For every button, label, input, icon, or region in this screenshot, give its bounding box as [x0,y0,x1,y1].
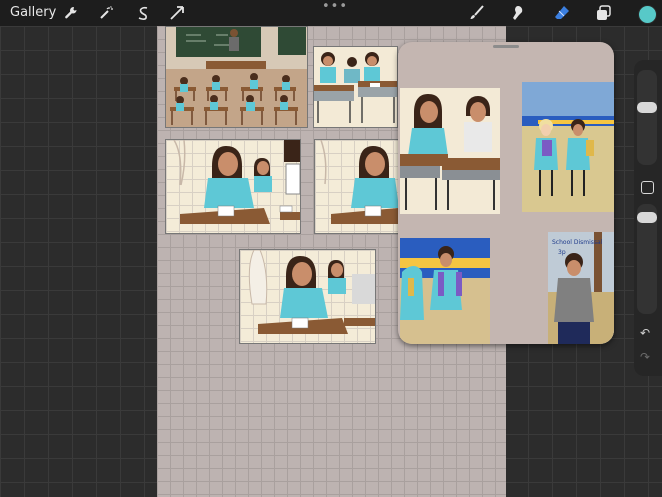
reference-sign-text: School Dismissal [552,239,603,246]
more-options-button[interactable]: ••• [322,0,348,14]
wrench-icon[interactable] [61,3,81,23]
gallery-button[interactable]: Gallery [10,5,56,20]
layers-icon[interactable] [594,3,614,23]
transform-arrow-icon[interactable] [167,3,187,23]
brush-icon[interactable] [467,3,487,23]
undo-icon[interactable]: ↶ [640,326,650,340]
reference-window[interactable]: School Dismissal 3p [398,42,614,344]
modify-button[interactable] [641,181,654,194]
reference-image: School Dismissal 3p [400,82,614,344]
color-picker-swatch[interactable] [638,5,657,24]
redo-icon[interactable]: ↷ [640,350,650,364]
eraser-icon[interactable] [552,3,572,23]
smudge-icon[interactable] [508,3,528,23]
magic-wand-icon[interactable] [96,3,116,23]
comic-panel-girl-writing-duplicate [314,139,399,234]
reference-drag-handle[interactable] [493,45,519,48]
brush-size-handle[interactable] [637,102,657,113]
top-toolbar: Gallery ••• [0,0,662,26]
reference-sign-sub: 3p [558,249,566,256]
comic-panel-students-desks [313,46,398,128]
brush-opacity-handle[interactable] [637,212,657,223]
comic-panel-girl-writing [165,139,301,234]
comic-panel-classroom [165,26,308,128]
comic-panel-girl-writing-copy [239,249,376,344]
brush-size-slider[interactable] [637,70,657,165]
brush-opacity-slider[interactable] [637,204,657,314]
selection-icon[interactable] [133,3,153,23]
brush-sidebar: ↶ ↷ [634,60,662,376]
